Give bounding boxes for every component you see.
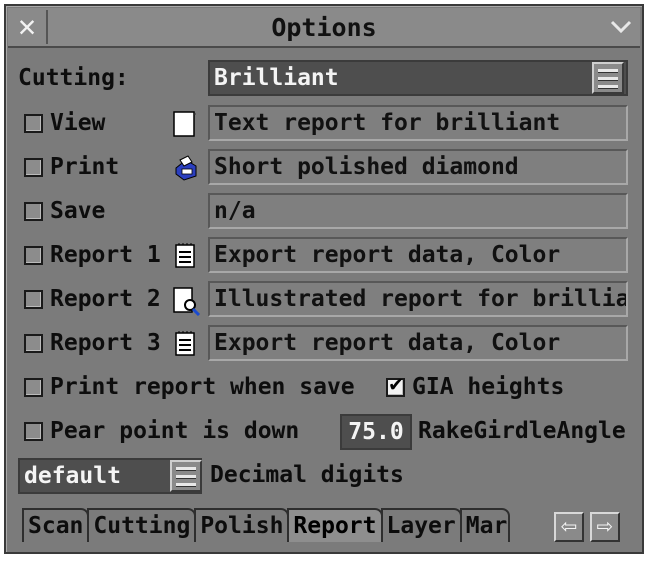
arrow-left-icon[interactable]: ⇦ <box>554 512 584 542</box>
tab-polish[interactable]: Polish <box>194 508 290 542</box>
report2-checkbox[interactable] <box>24 290 43 309</box>
decimal-digits-value: default <box>24 463 121 489</box>
gia-heights-checkbox[interactable] <box>386 374 405 397</box>
notepad-icon <box>174 242 198 274</box>
report2-label: Report 2 <box>50 286 161 312</box>
report3-label: Report 3 <box>50 330 161 356</box>
print-label: Print <box>50 154 120 180</box>
options-window: ✕ Options Cutting: Brilliant View Text r… <box>4 4 644 554</box>
view-label: View <box>50 110 106 136</box>
tab-cutting[interactable]: Cutting <box>87 508 197 542</box>
print-report-value: Short polished diamond <box>214 154 519 180</box>
pear-point-down-label: Pear point is down <box>50 418 300 444</box>
cutting-label: Cutting: <box>18 65 129 91</box>
report3-field[interactable]: Export report data, Color <box>208 325 628 361</box>
view-report-value: Text report for brilliant <box>214 110 561 136</box>
report1-value: Export report data, Color <box>214 242 561 268</box>
tab-report[interactable]: Report <box>287 508 383 542</box>
save-label: Save <box>50 198 106 224</box>
tab-mar[interactable]: Mar <box>459 508 510 542</box>
view-report-field[interactable]: Text report for brilliant <box>208 105 628 141</box>
report2-value: Illustrated report for brilliant, <box>214 286 628 312</box>
tab-strip: Scan Cutting Polish Report Layer Mar <box>22 508 510 542</box>
tab-layer[interactable]: Layer <box>380 508 462 542</box>
rake-girdle-angle-value: 75.0 <box>348 419 404 445</box>
report2-field[interactable]: Illustrated report for brilliant, <box>208 281 628 317</box>
rake-girdle-angle-input[interactable]: 75.0 <box>340 414 412 450</box>
cutting-select[interactable]: Brilliant <box>208 60 628 96</box>
print-checkbox[interactable] <box>24 158 43 177</box>
window-title: Options <box>271 12 377 42</box>
print-report-field[interactable]: Short polished diamond <box>208 149 628 185</box>
report1-checkbox[interactable] <box>24 246 43 265</box>
blank-page-icon <box>172 110 198 142</box>
report3-value: Export report data, Color <box>214 330 561 356</box>
close-icon[interactable]: ✕ <box>10 10 48 44</box>
decimal-digits-label: Decimal digits <box>210 462 404 488</box>
rake-girdle-angle-label: RakeGirdleAngle <box>418 418 626 444</box>
view-checkbox[interactable] <box>24 114 43 133</box>
chevron-down-icon[interactable] <box>606 12 636 42</box>
arrow-right-icon[interactable]: ⇨ <box>590 512 620 542</box>
title-bar[interactable]: ✕ Options <box>8 8 640 48</box>
pear-point-down-checkbox[interactable] <box>24 422 43 441</box>
notepad-icon <box>174 330 198 362</box>
save-report-value: n/a <box>214 198 256 224</box>
decimal-digits-menu-icon[interactable] <box>170 460 202 492</box>
cutting-menu-icon[interactable] <box>592 62 624 94</box>
save-checkbox[interactable] <box>24 202 43 221</box>
preview-icon <box>172 286 202 320</box>
printer-icon <box>172 154 200 186</box>
tab-scan[interactable]: Scan <box>22 508 90 542</box>
report1-field[interactable]: Export report data, Color <box>208 237 628 273</box>
gia-heights-label: GIA heights <box>412 374 565 400</box>
print-report-when-save-label: Print report when save <box>50 374 355 400</box>
save-report-field[interactable]: n/a <box>208 193 628 229</box>
print-report-when-save-checkbox[interactable] <box>24 378 43 397</box>
cutting-value: Brilliant <box>214 65 339 91</box>
report3-checkbox[interactable] <box>24 334 43 353</box>
report1-label: Report 1 <box>50 242 161 268</box>
